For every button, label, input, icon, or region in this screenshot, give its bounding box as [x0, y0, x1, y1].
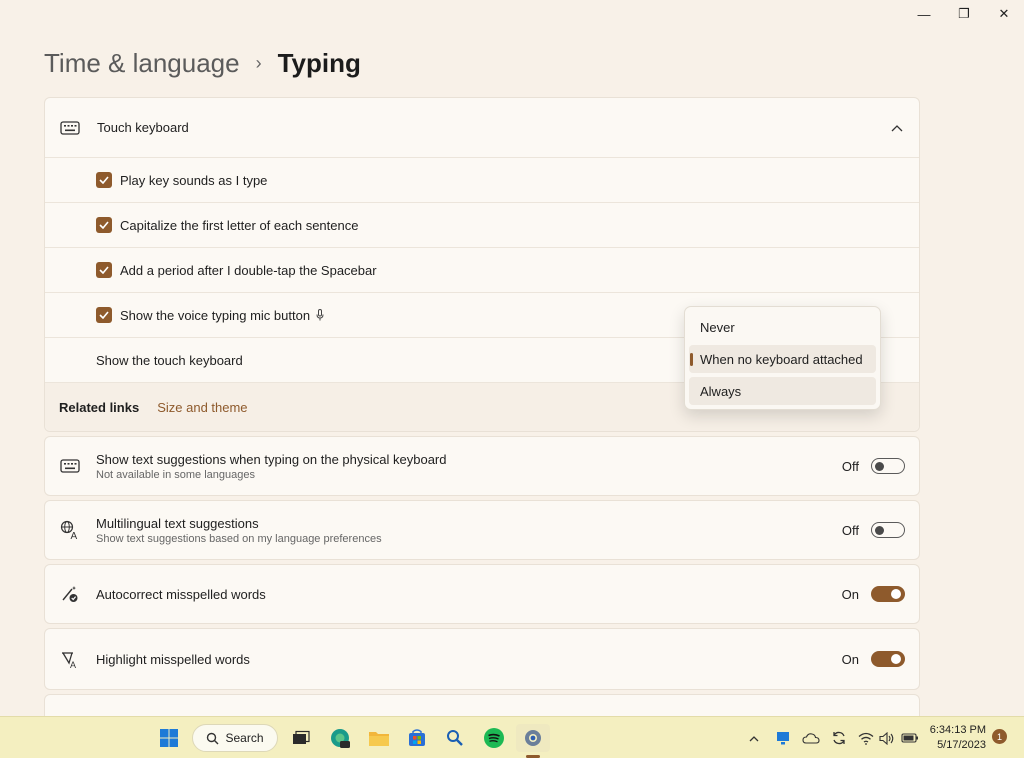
taskbar-clock[interactable]: 6:34:13 PM 5/17/2023 [922, 723, 986, 753]
option-label: Add a period after I double-tap the Spac… [120, 262, 377, 278]
multilingual-toggle[interactable] [871, 522, 905, 538]
option-capitalize[interactable]: Capitalize the first letter of each sent… [45, 203, 919, 247]
windows-start-icon[interactable] [155, 724, 183, 752]
onedrive-icon[interactable] [801, 724, 821, 752]
chevron-right-icon: › [255, 53, 262, 73]
multilingual-card: A Multilingual text suggestions Show tex… [44, 500, 920, 560]
file-explorer-icon[interactable] [366, 724, 392, 752]
page-title: Typing [277, 48, 361, 78]
option-play-key-sounds[interactable]: Play key sounds as I type [45, 158, 919, 202]
sync-icon[interactable] [829, 724, 849, 752]
autocorrect-card: Autocorrect misspelled words On [44, 564, 920, 624]
taskbar: Search 6:34:13 PM 5/17/2023 1 [0, 716, 1024, 758]
edge-dev-icon[interactable] [327, 724, 353, 752]
toggle-state: On [841, 586, 859, 602]
text-suggestions-toggle[interactable] [871, 458, 905, 474]
chevron-up-icon[interactable] [746, 724, 762, 752]
clock-date: 5/17/2023 [937, 739, 986, 751]
dropdown-option-always[interactable]: Always [689, 377, 876, 405]
store-icon[interactable] [404, 724, 430, 752]
keyboard-icon [60, 456, 80, 476]
search-label: Search [225, 731, 264, 745]
checkbox-period[interactable] [96, 262, 112, 278]
window-controls: — ❐ ✕ [904, 0, 1024, 28]
touch-keyboard-title: Touch keyboard [97, 120, 189, 135]
svg-text:A: A [71, 531, 78, 540]
option-label: Capitalize the first letter of each sent… [120, 217, 359, 233]
svg-text:A: A [70, 660, 76, 669]
microphone-icon [316, 309, 324, 321]
setting-title: Show text suggestions when typing on the… [96, 451, 447, 467]
highlight-text-icon: A [60, 649, 80, 669]
show-touch-keyboard-dropdown[interactable]: Never When no keyboard attached Always [684, 306, 881, 410]
touch-keyboard-header[interactable]: Touch keyboard [45, 98, 919, 157]
task-view-icon[interactable] [288, 724, 314, 752]
highlight-toggle[interactable] [871, 651, 905, 667]
setting-subtitle: Show text suggestions based on my langua… [96, 532, 382, 545]
clock-time: 6:34:13 PM [929, 724, 986, 736]
checkbox-play-key-sounds[interactable] [96, 172, 112, 188]
setting-title: Multilingual text suggestions [96, 515, 259, 531]
text-suggestions-card: Show text suggestions when typing on the… [44, 436, 920, 496]
option-label: Play key sounds as I type [120, 172, 268, 188]
search-icon [207, 732, 219, 744]
related-links-label: Related links [59, 399, 140, 415]
checkbox-capitalize[interactable] [96, 217, 112, 233]
close-button[interactable]: ✕ [984, 0, 1024, 28]
setting-title: Autocorrect misspelled words [96, 586, 266, 602]
setting-title: Highlight misspelled words [96, 651, 250, 667]
autocorrect-toggle[interactable] [871, 586, 905, 602]
breadcrumb-parent[interactable]: Time & language [44, 48, 240, 79]
wifi-icon[interactable] [857, 724, 875, 752]
settings-app-icon[interactable] [516, 724, 550, 752]
dropdown-option-no-keyboard[interactable]: When no keyboard attached [689, 345, 876, 373]
autocorrect-icon [60, 584, 80, 604]
show-touch-keyboard-label: Show the touch keyboard [96, 352, 243, 368]
toggle-state: Off [841, 522, 859, 538]
highlight-card: A Highlight misspelled words On [44, 628, 920, 690]
toggle-state: On [841, 651, 859, 667]
dropdown-option-never[interactable]: Never [689, 313, 876, 341]
volume-icon[interactable] [878, 724, 896, 752]
toggle-state: Off [841, 458, 859, 474]
breadcrumb: Time & language › Typing [44, 48, 361, 79]
language-icon: A [60, 520, 80, 540]
magnifier-icon[interactable] [442, 724, 468, 752]
notification-badge[interactable]: 1 [992, 729, 1007, 744]
chevron-up-icon[interactable] [891, 124, 903, 132]
minimize-button[interactable]: — [904, 0, 944, 28]
setting-subtitle: Not available in some languages [96, 468, 255, 481]
keyboard-icon [60, 118, 80, 138]
maximize-button[interactable]: ❐ [944, 0, 984, 28]
spotify-icon[interactable] [481, 724, 507, 752]
size-and-theme-link[interactable]: Size and theme [157, 400, 247, 415]
option-period[interactable]: Add a period after I double-tap the Spac… [45, 248, 919, 292]
taskbar-search[interactable]: Search [192, 724, 278, 752]
option-label: Show the voice typing mic button [120, 307, 311, 323]
remote-desktop-icon[interactable] [773, 724, 793, 752]
battery-icon[interactable] [900, 724, 920, 752]
checkbox-voice-mic[interactable] [96, 307, 112, 323]
